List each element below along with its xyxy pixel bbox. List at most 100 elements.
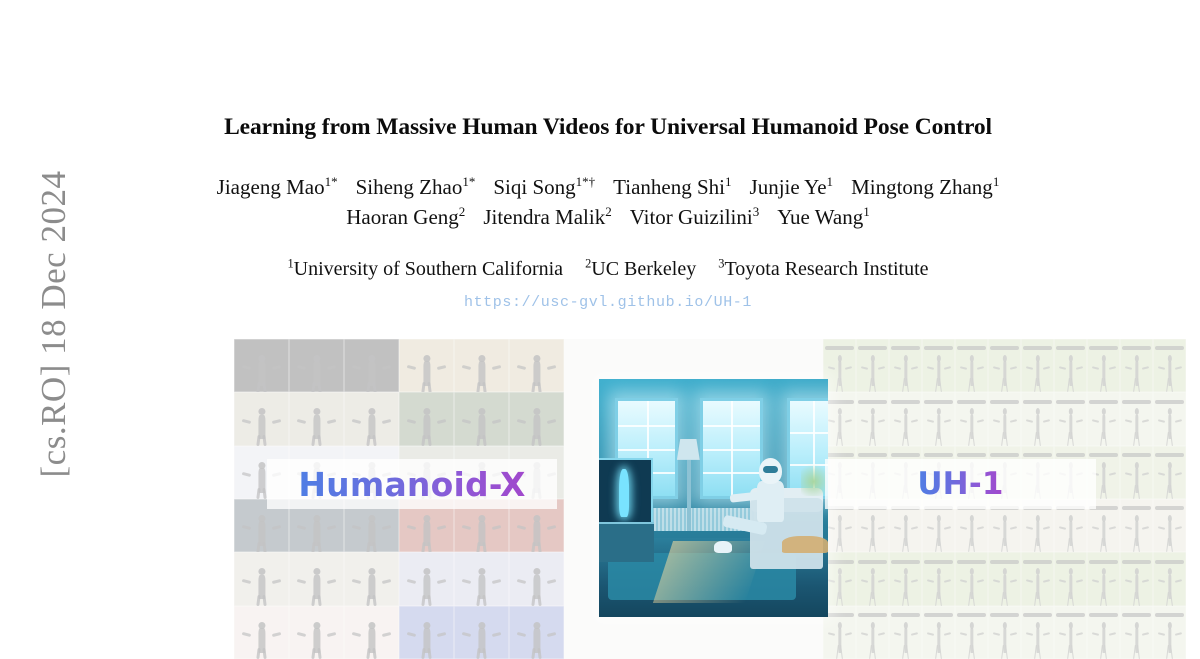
- floor-lamp-pole: [687, 459, 691, 532]
- robot-video-frame: [1054, 339, 1087, 393]
- project-url-link[interactable]: https://usc-gvl.github.io/UH-1: [108, 294, 1108, 311]
- robot-video-frame: [1021, 552, 1054, 606]
- robot-video-frame: [1153, 445, 1186, 499]
- human-video-frame: [234, 392, 289, 446]
- author-affiliation-marker: 1*: [462, 174, 476, 189]
- arxiv-stamp-text: [cs.RO] 18 Dec 2024: [34, 170, 73, 478]
- robot-video-frame: [1153, 392, 1186, 446]
- human-video-frame: [234, 605, 289, 659]
- robot-video-frame: [856, 552, 889, 606]
- teaser-figure: Humanoid-X UH-1: [234, 339, 1186, 659]
- author-name: Yue Wang1: [777, 204, 870, 229]
- affiliation-name: University of Southern California: [293, 258, 564, 280]
- page-title: Learning from Massive Human Videos for U…: [224, 113, 992, 140]
- robot-video-frame: [1087, 339, 1120, 393]
- uh1-label: UH-1: [825, 459, 1096, 509]
- author-name: Vitor Guizilini3: [629, 204, 760, 229]
- human-video-frame: [289, 339, 344, 393]
- human-video-frame: [454, 339, 509, 393]
- potted-plant: [800, 459, 826, 496]
- human-video-frame: [289, 392, 344, 446]
- robot-video-frame: [922, 605, 955, 659]
- robot-video-frame: [1153, 339, 1186, 393]
- author-name: Jitendra Malik2: [483, 204, 612, 229]
- human-video-frame: [234, 339, 289, 393]
- humanoid-x-label-text: Humanoid-X: [298, 464, 526, 504]
- human-video-frame: [234, 552, 289, 606]
- tv-human-figure: [618, 468, 629, 517]
- author-affiliation-marker: 1: [725, 174, 732, 189]
- human-video-frame: [509, 392, 564, 446]
- robot-video-frame: [955, 339, 988, 393]
- side-table: [782, 536, 828, 553]
- robot-video-frame: [1120, 498, 1153, 553]
- human-video-frame: [344, 605, 399, 659]
- robot-video-frame: [889, 339, 922, 393]
- robot-video-frame: [856, 605, 889, 659]
- robot-video-frame: [955, 392, 988, 446]
- robot-video-frame: [955, 605, 988, 659]
- author-name: Junjie Ye1: [749, 174, 834, 199]
- affiliation-item: 3Toyota Research Institute: [718, 257, 929, 281]
- robot-video-frame: [988, 339, 1021, 393]
- author-name: Jiageng Mao1*: [216, 174, 338, 199]
- robot-video-frame: [1021, 339, 1054, 393]
- human-video-frame: [454, 392, 509, 446]
- floor-lamp-shade: [676, 438, 700, 460]
- robot-head: [759, 457, 783, 484]
- robot-video-frame: [1087, 605, 1120, 659]
- human-video-frame: [454, 605, 509, 659]
- robot-video-frame: [1021, 605, 1054, 659]
- human-video-frame: [509, 339, 564, 393]
- robot-living-room-image: [599, 379, 828, 617]
- robot-video-frame: [1021, 392, 1054, 446]
- author-affiliation-marker: 1: [992, 174, 1000, 189]
- robot-video-frame: [1087, 552, 1120, 606]
- robot-video-frame: [922, 339, 955, 393]
- tv-stand: [599, 521, 654, 562]
- robot-video-frame: [1120, 552, 1153, 606]
- author-affiliation-marker: 1*: [324, 174, 338, 189]
- robot-video-frame: [1087, 392, 1120, 446]
- robot-video-frame: [988, 605, 1021, 659]
- author-affiliation-marker: 3: [752, 204, 760, 219]
- author-name: Haoran Geng2: [346, 204, 466, 229]
- robot-video-frame: [856, 339, 889, 393]
- robot-video-frame: [1120, 339, 1153, 393]
- author-name: Siheng Zhao1*: [355, 174, 476, 199]
- affiliation-name: Toyota Research Institute: [724, 258, 929, 280]
- robot-video-frame: [889, 605, 922, 659]
- human-video-frame: [399, 605, 454, 659]
- robot-video-frame: [889, 552, 922, 606]
- human-video-frame: [344, 552, 399, 606]
- robot-video-frame: [1054, 392, 1087, 446]
- human-video-frame: [399, 392, 454, 446]
- robot-video-frame: [1153, 498, 1186, 553]
- human-video-frame: [454, 552, 509, 606]
- human-video-frame: [289, 552, 344, 606]
- robot-video-frame: [1153, 552, 1186, 606]
- robot-video-frame: [1120, 445, 1153, 499]
- paper-column: Learning from Massive Human Videos for U…: [108, 0, 1186, 659]
- author-affiliation-marker: 2: [458, 204, 466, 219]
- robot-video-frame: [1054, 552, 1087, 606]
- arxiv-stamp: [cs.RO] 18 Dec 2024: [0, 0, 108, 648]
- author-name: Siqi Song1*†: [493, 174, 596, 199]
- robot-video-frame: [856, 392, 889, 446]
- human-video-frame: [399, 552, 454, 606]
- author-name: Mingtong Zhang1: [851, 174, 1000, 199]
- robot-torso: [757, 481, 785, 522]
- author-name: Tianheng Shi1: [613, 174, 732, 199]
- robot-video-frame: [955, 552, 988, 606]
- robot-video-frame: [988, 392, 1021, 446]
- human-video-frame: [509, 552, 564, 606]
- human-video-frame: [344, 392, 399, 446]
- robot-foot: [713, 540, 732, 553]
- robot-video-frame: [1120, 392, 1153, 446]
- affiliation-item: 1University of Southern California: [287, 257, 564, 281]
- robot-video-frame: [922, 552, 955, 606]
- human-video-frame: [509, 605, 564, 659]
- author-row: Haoran Geng2 Jitendra Malik2 Vitor Guizili…: [108, 202, 1108, 232]
- affiliation-name: UC Berkeley: [591, 258, 697, 280]
- affiliation-list: 1University of Southern California 2UC Be…: [108, 257, 1108, 281]
